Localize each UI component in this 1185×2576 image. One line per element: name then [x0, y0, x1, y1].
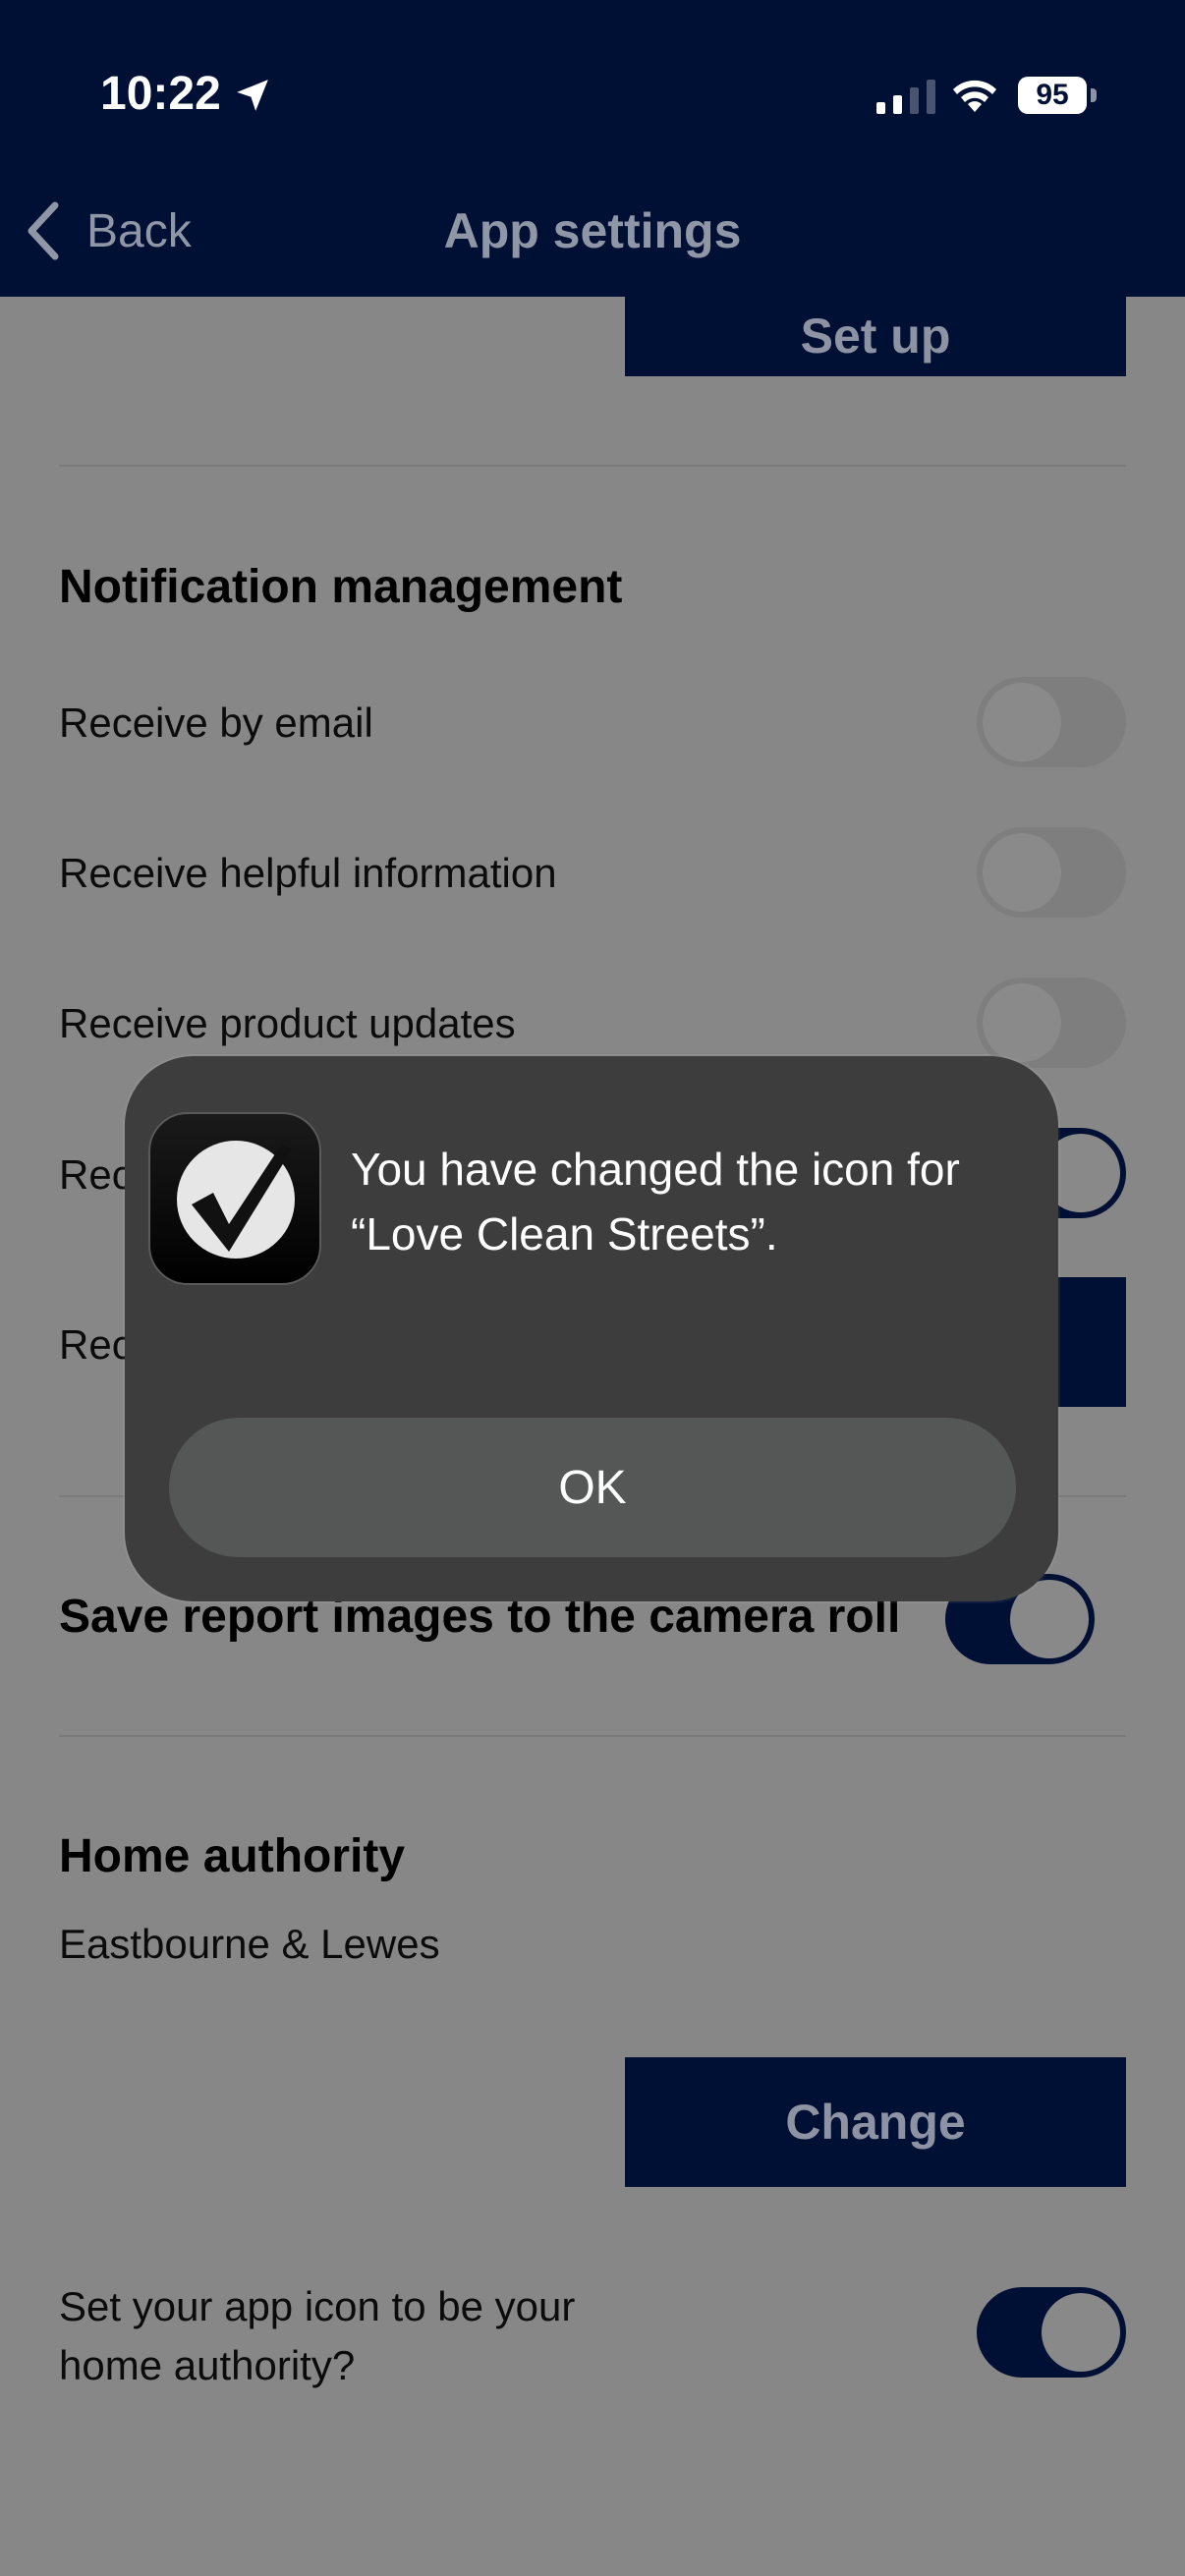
location-arrow-icon: [237, 80, 268, 111]
divider: [59, 465, 1126, 467]
app-icon: [148, 1112, 321, 1285]
receive-email-toggle[interactable]: [977, 677, 1126, 767]
home-authority-heading: Home authority: [59, 1830, 406, 1882]
alert-message: You have changed the icon for “Love Clea…: [351, 1144, 960, 1260]
navigation-bar: 10:22 95 Back App settings: [0, 0, 1185, 297]
receive-product-updates-toggle[interactable]: [977, 978, 1126, 1068]
change-authority-button[interactable]: Change: [625, 2057, 1126, 2187]
page-title: App settings: [443, 203, 742, 258]
receive-helpful-info-label: Receive helpful information: [59, 850, 557, 896]
receive-email-label: Receive by email: [59, 700, 373, 746]
app-icon-toggle[interactable]: [977, 2287, 1126, 2378]
checkmark-icon: [177, 1141, 295, 1259]
notification-row-4-label: Rec: [59, 1151, 133, 1198]
cellular-signal-icon: [876, 80, 935, 114]
app-icon-toggle-label: Set your app icon to be your home author…: [59, 2283, 576, 2388]
battery-level: 95: [1018, 77, 1087, 114]
battery-icon: 95: [1018, 77, 1097, 114]
notification-row-5-label: Rec: [59, 1321, 133, 1368]
receive-helpful-info-toggle[interactable]: [977, 827, 1126, 918]
ok-button[interactable]: OK: [169, 1418, 1016, 1557]
divider: [59, 1735, 1126, 1737]
home-authority-value: Eastbourne & Lewes: [59, 1921, 440, 1967]
icon-changed-alert: You have changed the icon for “Love Clea…: [125, 1056, 1058, 1601]
notification-management-heading: Notification management: [59, 561, 623, 613]
receive-product-updates-label: Receive product updates: [59, 1000, 516, 1046]
status-time: 10:22: [100, 68, 221, 120]
wifi-icon: [953, 80, 996, 112]
